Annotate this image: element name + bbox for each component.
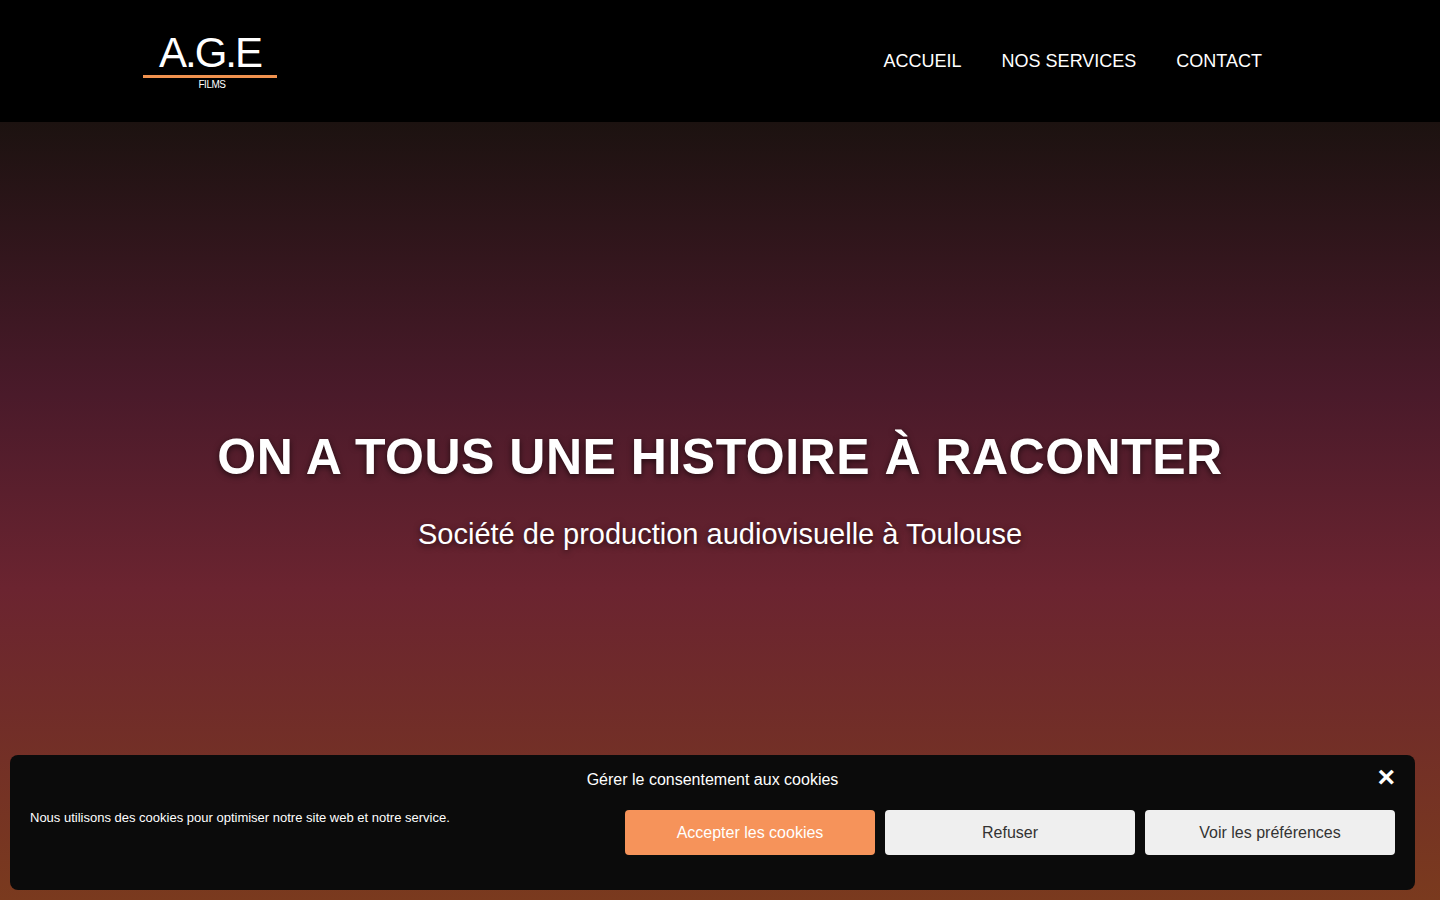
nav-item[interactable]: ACCUEIL [884, 48, 962, 75]
nav-item[interactable]: NOS SERVICES [1002, 48, 1137, 75]
hero-title: ON A TOUS UNE HISTOIRE À RACONTER [217, 426, 1222, 488]
cookie-body: Nous utilisons des cookies pour optimise… [30, 810, 1395, 855]
logo[interactable]: A.G.E FILMS [143, 31, 277, 92]
close-button[interactable]: × [1377, 762, 1395, 792]
cookie-title: Gérer le consentement aux cookies [587, 768, 839, 792]
site-header: A.G.E FILMS ACCUEIL NOS SERVICES CONTACT [0, 0, 1440, 122]
cookie-actions: Accepter les cookiesRefuserVoir les préf… [625, 810, 1395, 855]
cookie-banner: Gérer le consentement aux cookies×Nous u… [10, 755, 1415, 890]
logo-subtitle: FILMS [195, 78, 226, 92]
hero-subtitle: Société de production audiovisuelle à To… [418, 514, 1022, 554]
nav-item[interactable]: CONTACT [1176, 48, 1262, 75]
cookie-button[interactable]: Accepter les cookies [625, 810, 875, 855]
page: A.G.E FILMS ACCUEIL NOS SERVICES CONTACT ON A… [0, 0, 1440, 900]
main-nav: ACCUEIL NOS SERVICES CONTACT [884, 48, 1262, 75]
cookie-header: Gérer le consentement aux cookies× [30, 768, 1395, 792]
logo-underline [143, 75, 277, 78]
cookie-button[interactable]: Refuser [885, 810, 1135, 855]
logo-title: A.G.E [159, 31, 261, 75]
cookie-button[interactable]: Voir les préférences [1145, 810, 1395, 855]
cookie-message: Nous utilisons des cookies pour optimise… [30, 808, 450, 828]
